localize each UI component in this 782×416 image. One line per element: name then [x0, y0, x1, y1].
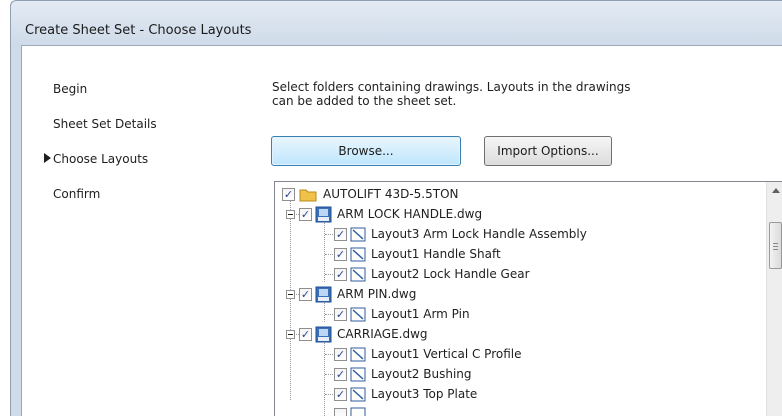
drawing-label: CARRIAGE.dwg: [337, 327, 428, 341]
tree-layout-row[interactable]: ✓ Layout2 Bushing: [275, 364, 755, 384]
layout-checkbox[interactable]: ✓: [334, 228, 347, 241]
layout-checkbox[interactable]: ✓: [334, 388, 347, 401]
layout-checkbox[interactable]: ✓: [334, 348, 347, 361]
dwg-file-icon: [315, 326, 332, 343]
layout-icon: [350, 307, 366, 322]
import-options-button[interactable]: Import Options...: [484, 136, 612, 166]
tree-drawing-row[interactable]: ✓ ARM PIN.dwg: [275, 284, 755, 304]
nav-item-label: Choose Layouts: [53, 152, 149, 166]
tree-layout-row[interactable]: ✓ Layout3 Arm Lock Handle Assembly: [275, 224, 755, 244]
tree-layout-row[interactable]: ✓ Layout3 Top Plate: [275, 384, 755, 404]
layout-tree[interactable]: ✓ AUTOLIFT 43D-5.5TON ✓ ARM LOCK HANDLE.…: [274, 181, 782, 416]
collapse-toggle[interactable]: [286, 210, 295, 219]
layout-label: Layout2 Bushing: [371, 367, 472, 381]
root-checkbox[interactable]: ✓: [282, 188, 295, 201]
instructions-text: Select folders containing drawings. Layo…: [272, 80, 631, 108]
tree-drawing-row[interactable]: ✓ CARRIAGE.dwg: [275, 324, 755, 344]
layout-checkbox[interactable]: ✓: [334, 308, 347, 321]
layout-icon: [350, 267, 366, 282]
tree-layout-row[interactable]: ✓ Layout1 Arm Pin: [275, 304, 755, 324]
vertical-scrollbar[interactable]: [766, 182, 782, 416]
nav-item-begin: Begin: [53, 82, 87, 96]
layout-label: Layout1 Vertical C Profile: [371, 347, 522, 361]
collapse-toggle[interactable]: [286, 290, 295, 299]
title-bar[interactable]: Create Sheet Set - Choose Layouts: [11, 1, 782, 45]
nav-item-choose-layouts: Choose Layouts: [44, 152, 148, 166]
dialog-window: Create Sheet Set - Choose Layouts Begin …: [10, 0, 782, 416]
drawing-checkbox[interactable]: ✓: [299, 328, 312, 341]
window-title: Create Sheet Set - Choose Layouts: [25, 23, 252, 38]
layout-checkbox[interactable]: [334, 408, 347, 416]
tree-layout-row[interactable]: ✓ Layout1 Vertical C Profile: [275, 344, 755, 364]
drawing-label: ARM PIN.dwg: [337, 287, 417, 301]
tree-drawing-row[interactable]: ✓ ARM LOCK HANDLE.dwg: [275, 204, 755, 224]
nav-item-label: Sheet Set Details: [53, 117, 157, 131]
nav-item-label: Begin: [53, 82, 88, 96]
drawing-checkbox[interactable]: ✓: [299, 288, 312, 301]
drawing-label: ARM LOCK HANDLE.dwg: [337, 207, 483, 221]
tree-root-label: AUTOLIFT 43D-5.5TON: [323, 187, 459, 201]
nav-item-sheet-set-details: Sheet Set Details: [53, 117, 157, 131]
folder-icon: [299, 189, 317, 202]
dwg-file-icon: [315, 286, 332, 303]
layout-label: Layout1 Arm Pin: [371, 307, 470, 321]
grip-line: [773, 246, 778, 247]
layout-checkbox[interactable]: ✓: [334, 248, 347, 261]
current-step-arrow-icon: [44, 153, 51, 163]
scroll-up-arrow-icon[interactable]: [772, 188, 780, 193]
layout-label: Layout3 Top Plate: [371, 387, 478, 401]
scroll-thumb[interactable]: [769, 222, 782, 269]
layout-icon: [350, 227, 366, 242]
layout-label: Layout3 Arm Lock Handle Assembly: [371, 227, 587, 241]
dwg-file-icon: [315, 206, 332, 223]
layout-icon: [350, 407, 366, 416]
grip-line: [773, 243, 778, 244]
layout-icon: [350, 367, 366, 382]
grip-line: [773, 249, 778, 250]
tree-layout-row[interactable]: ✓ Layout1 Handle Shaft: [275, 244, 755, 264]
nav-item-confirm: Confirm: [53, 187, 100, 201]
drawing-checkbox[interactable]: ✓: [299, 208, 312, 221]
tree-root-row[interactable]: ✓ AUTOLIFT 43D-5.5TON: [275, 184, 755, 204]
layout-checkbox[interactable]: ✓: [334, 368, 347, 381]
layout-icon: [350, 247, 366, 262]
tree-layout-row[interactable]: ✓ Layout2 Lock Handle Gear: [275, 264, 755, 284]
tree-layout-row-partial[interactable]: [275, 404, 755, 416]
dialog-client-area: Begin Sheet Set Details Choose Layouts C…: [21, 45, 782, 416]
layout-icon: [350, 347, 366, 362]
layout-icon: [350, 387, 366, 402]
browse-button[interactable]: Browse...: [271, 136, 461, 166]
collapse-toggle[interactable]: [286, 330, 295, 339]
layout-label: Layout1 Handle Shaft: [371, 247, 501, 261]
layout-label: Layout2 Lock Handle Gear: [371, 267, 530, 281]
wizard-nav: Begin Sheet Set Details Choose Layouts C…: [22, 46, 242, 416]
nav-item-label: Confirm: [53, 187, 101, 201]
layout-checkbox[interactable]: ✓: [334, 268, 347, 281]
